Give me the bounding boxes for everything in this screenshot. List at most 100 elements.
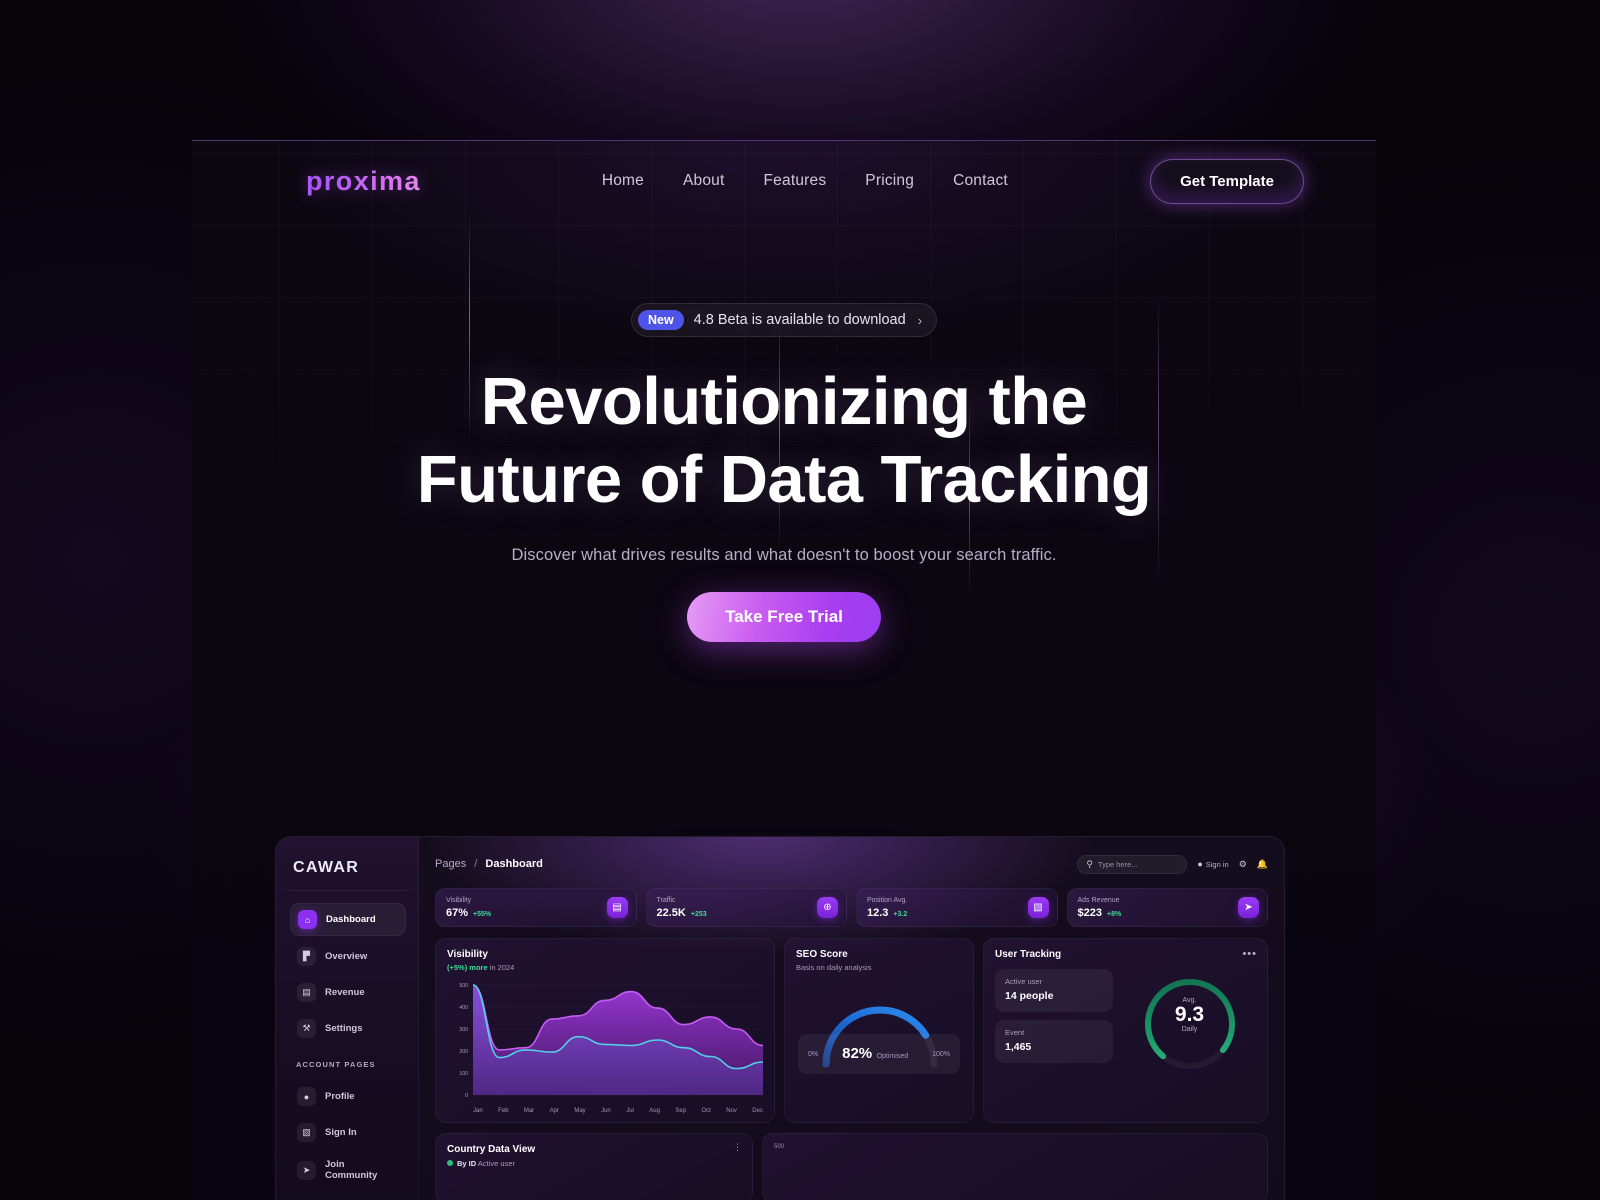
announcement-badge[interactable]: New 4.8 Beta is available to download › <box>630 303 938 337</box>
x-axis-tick: Oct <box>701 1108 711 1114</box>
seo-gauge: 0% 82% Optimised 100% <box>796 976 962 1074</box>
x-axis-tick: Jul <box>626 1108 634 1114</box>
search-icon: ⚲ <box>1086 858 1093 869</box>
more-options-icon[interactable]: ••• <box>1242 948 1257 960</box>
seo-score-card: SEO Score Basis on daily analysis 0% 82%… <box>784 938 974 1123</box>
stat-card-position-avg[interactable]: Position Avg. 12.3 +3.2 ▧ <box>856 888 1058 927</box>
dashboard-brand: CAWAR <box>290 857 406 891</box>
card-title: SEO Score <box>796 949 848 960</box>
gauge-bottom-caption: Daily <box>1181 1026 1198 1034</box>
wrench-icon: ⚒ <box>297 1019 316 1038</box>
card-title: Country Data View <box>447 1144 536 1155</box>
card-subtitle: (+5%) more in 2024 <box>447 963 763 972</box>
gear-icon[interactable]: ⚙ <box>1239 859 1247 870</box>
dashboard-content-row: Visibility (+5%) more in 2024 0 100 200 … <box>435 938 1268 1123</box>
breadcrumb-separator: / <box>474 858 478 870</box>
breadcrumb-parent[interactable]: Pages <box>435 858 466 870</box>
bar-chart-icon: ▛ <box>297 947 316 966</box>
sidebar-item-settings[interactable]: ⚒ Settings <box>290 1013 406 1044</box>
search-placeholder: Type here... <box>1097 859 1138 869</box>
visibility-chart-card: Visibility (+5%) more in 2024 0 100 200 … <box>435 938 775 1123</box>
top-navbar: proxima Home About Features Pricing Cont… <box>192 141 1376 221</box>
take-free-trial-button[interactable]: Take Free Trial <box>687 592 881 643</box>
badge-new-label: New <box>637 310 684 330</box>
seo-score-footer: 0% 82% Optimised 100% <box>798 1034 960 1074</box>
bar-chart-card: 500 <box>762 1133 1268 1200</box>
sidebar-item-sign-in[interactable]: ▧ Sign In <box>290 1117 406 1148</box>
seo-score-caption: Optimised <box>876 1053 909 1060</box>
nav-link-contact[interactable]: Contact <box>953 172 1008 190</box>
stat-card-traffic[interactable]: Traffic 22.5K +253 ⊕ <box>645 888 847 927</box>
svg-text:300: 300 <box>459 1027 468 1033</box>
dashboard-main: Pages / Dashboard ⚲ Type here... ● Sign … <box>419 837 1284 1200</box>
sidebar-item-label: Sign In <box>325 1127 357 1138</box>
bell-icon[interactable]: 🔔 <box>1257 859 1268 870</box>
user-icon: ● <box>1197 859 1203 869</box>
user-tracking-body: Active user 14 people Event 1,465 Avg. 9… <box>995 969 1256 1079</box>
sign-in-link[interactable]: ● Sign in <box>1197 859 1228 869</box>
stat-title: Visibility <box>446 896 472 904</box>
user-tracking-card: User Tracking ••• Active user 14 people … <box>983 938 1268 1123</box>
svg-text:200: 200 <box>459 1049 468 1055</box>
globe-icon: ⊕ <box>817 897 838 918</box>
sidebar-item-label: Settings <box>325 1023 363 1034</box>
nav-link-features[interactable]: Features <box>764 172 827 190</box>
sidebar-main-list: ⌂ Dashboard ▛ Overview ▤ Revenue ⚒ Setti… <box>290 903 406 1044</box>
country-filter-rest: Active user <box>476 1159 515 1168</box>
gauge-min-label: 0% <box>808 1050 819 1058</box>
x-axis-tick: Mar <box>523 1108 535 1114</box>
user-metric-tiles: Active user 14 people Event 1,465 <box>995 969 1113 1079</box>
seo-score-value: 82% <box>842 1045 873 1062</box>
sidebar-item-label: Dashboard <box>326 914 376 925</box>
hero-title-line-2: Future of Data Tracking <box>416 441 1152 517</box>
nav-link-pricing[interactable]: Pricing <box>865 172 914 190</box>
credit-card-icon: ▤ <box>297 983 316 1002</box>
dashboard-preview: CAWAR ⌂ Dashboard ▛ Overview ▤ Revenue ⚒… <box>275 836 1285 1200</box>
hero-title-line-1: Revolutionizing the <box>480 364 1088 439</box>
sign-in-label: Sign in <box>1205 859 1229 869</box>
rocket-icon: ➤ <box>297 1160 316 1180</box>
country-data-view-card: Country Data View ⋮ By ID Active user <box>435 1133 753 1200</box>
more-options-icon[interactable]: ⋮ <box>733 1142 742 1153</box>
sidebar-item-revenue[interactable]: ▤ Revenue <box>290 977 406 1008</box>
svg-text:400: 400 <box>459 1005 468 1011</box>
country-filter-label: By ID <box>457 1159 477 1168</box>
sidebar-item-label: Join Community <box>325 1159 378 1181</box>
document-icon: ▧ <box>297 1123 316 1142</box>
page-root: proxima Home About Features Pricing Cont… <box>0 0 1600 1200</box>
search-input[interactable]: ⚲ Type here... <box>1077 854 1188 874</box>
nav-links: Home About Features Pricing Contact <box>602 172 1008 190</box>
stat-delta: +253 <box>690 910 707 918</box>
page-title: Revolutionizing the Future of Data Track… <box>192 363 1376 518</box>
tile-value: 14 people <box>1005 990 1054 1002</box>
nav-link-about[interactable]: About <box>683 172 725 190</box>
tile-value: 1,465 <box>1005 1041 1032 1053</box>
sidebar-item-join-community[interactable]: ➤ Join Community <box>290 1153 406 1187</box>
sidebar-section-label: ACCOUNT PAGES <box>296 1060 376 1069</box>
stat-title: Traffic <box>656 896 676 904</box>
visibility-area-chart: 0 100 200 300 400 500 <box>447 979 764 1107</box>
nav-link-home[interactable]: Home <box>602 172 644 190</box>
card-subtitle: By ID Active user <box>447 1159 741 1168</box>
x-axis-tick: May <box>574 1108 586 1114</box>
sidebar-item-label: Profile <box>325 1091 355 1102</box>
brand-logo[interactable]: proxima <box>306 166 421 197</box>
user-gauge-center: Avg. 9.3 Daily <box>1175 997 1204 1033</box>
badge-text: 4.8 Beta is available to download <box>693 312 906 328</box>
sidebar-item-profile[interactable]: ● Profile <box>290 1081 406 1112</box>
get-template-button[interactable]: Get Template <box>1150 158 1304 204</box>
breadcrumb-current: Dashboard <box>485 858 543 870</box>
status-dot-icon <box>447 1160 453 1166</box>
stat-card-visibility[interactable]: Visibility 67% +55% ▤ <box>435 888 637 927</box>
megaphone-icon: ➤ <box>1238 897 1259 918</box>
stat-value: 22.5K <box>656 906 686 919</box>
visibility-chart-svg: 0 100 200 300 400 500 <box>459 983 764 1099</box>
stat-card-ads-revenue[interactable]: Ads Revenue $223 +8% ➤ <box>1066 888 1268 927</box>
sidebar-item-dashboard[interactable]: ⌂ Dashboard <box>290 903 406 936</box>
dashboard-sidebar: CAWAR ⌂ Dashboard ▛ Overview ▤ Revenue ⚒… <box>276 837 419 1200</box>
tile-key: Active user <box>1005 977 1043 986</box>
x-axis-tick-labels: Jan Feb Mar Apr May Jun Jul Aug Sep Oct Nov Dec <box>447 1108 763 1114</box>
sidebar-item-overview[interactable]: ▛ Overview <box>290 941 406 972</box>
card-title: User Tracking <box>995 949 1062 960</box>
home-icon: ⌂ <box>298 910 317 929</box>
